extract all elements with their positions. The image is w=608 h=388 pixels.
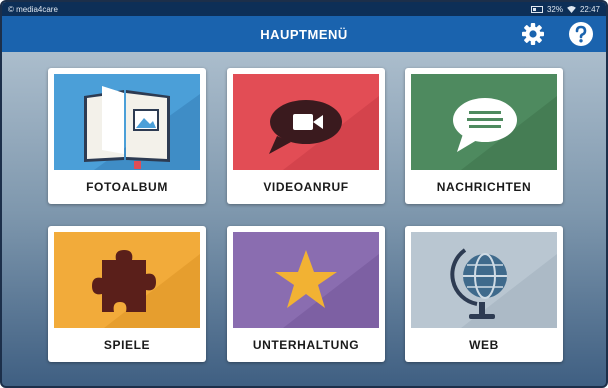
app-bar: HAUPTMENÜ (2, 16, 606, 52)
tile-image (54, 232, 200, 328)
tile-image (411, 74, 557, 170)
wifi-icon (567, 5, 576, 13)
message-icon (411, 74, 557, 170)
question-mark-icon (569, 22, 593, 46)
puzzle-icon (54, 232, 200, 328)
app-window: © media4care 32% 22:47 HAUPTMENÜ FOTOALB… (0, 0, 608, 388)
settings-button[interactable] (520, 21, 546, 47)
tile-image (233, 232, 379, 328)
battery-icon (530, 5, 543, 13)
globe-icon (411, 232, 557, 328)
tile-label: VIDEOANRUF (263, 180, 349, 194)
tile-spiele[interactable]: SPIELE (48, 226, 206, 362)
tile-label: UNTERHALTUNG (252, 338, 360, 352)
star-icon (233, 232, 379, 328)
tile-label: FOTOALBUM (86, 180, 168, 194)
tile-label: WEB (469, 338, 499, 352)
clock: 22:47 (579, 4, 600, 14)
status-bar: © media4care 32% 22:47 (2, 2, 606, 16)
tile-web[interactable]: WEB (405, 226, 563, 362)
help-button[interactable] (568, 21, 594, 47)
tile-label: NACHRICHTEN (436, 180, 532, 194)
tile-videoanruf[interactable]: VIDEOANRUF (227, 68, 385, 204)
page-title: HAUPTMENÜ (260, 26, 348, 42)
photo-album-icon (54, 74, 200, 170)
video-call-icon (233, 74, 379, 170)
tile-label: SPIELE (103, 338, 151, 352)
gear-icon (522, 23, 544, 45)
tile-image (411, 232, 557, 328)
status-indicators: 32% 22:47 (530, 4, 600, 14)
tile-unterhaltung[interactable]: UNTERHALTUNG (227, 226, 385, 362)
brand-label: © media4care (8, 4, 58, 14)
tile-image (233, 74, 379, 170)
tile-nachrichten[interactable]: NACHRICHTEN (405, 68, 563, 204)
tile-fotoalbum[interactable]: FOTOALBUM (48, 68, 206, 204)
tile-image (54, 74, 200, 170)
battery-level: 32% (546, 4, 563, 14)
